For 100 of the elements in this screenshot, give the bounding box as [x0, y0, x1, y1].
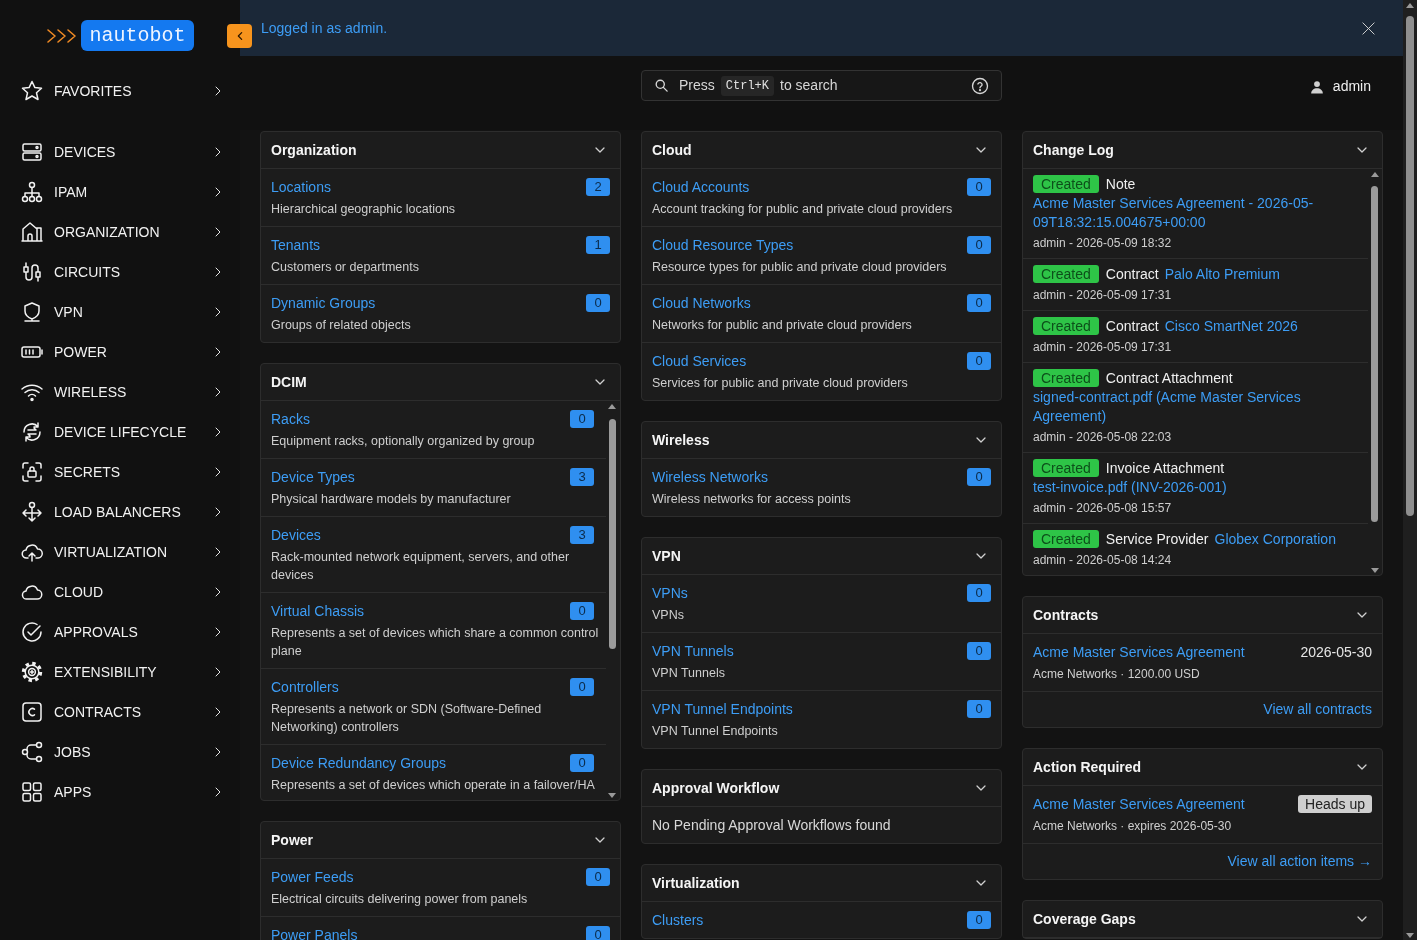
search-field[interactable]: Press Ctrl+K to search	[641, 70, 1002, 101]
status-badge: Created	[1033, 530, 1099, 548]
item-description: VPN Tunnels	[652, 665, 725, 682]
item-description: Resource types for public and private cloud providers	[652, 259, 947, 276]
count-badge: 0	[967, 584, 991, 602]
panel-title: Change Log	[1033, 140, 1114, 160]
nav-item[interactable]: FAVORITES	[0, 71, 240, 111]
item-link[interactable]: Locations	[271, 177, 331, 197]
item-description: Equipment racks, optionally organized by group	[271, 433, 535, 450]
panel-title: DCIM	[271, 372, 307, 392]
nav-item[interactable]: CLOUD	[0, 572, 240, 612]
user-icon	[1309, 79, 1324, 94]
panel-title: Coverage Gaps	[1033, 909, 1136, 929]
view-all-link[interactable]: View all action items →	[1227, 851, 1372, 872]
panel-title: Approval Workflow	[652, 778, 780, 798]
item-description: Physical hardware models by manufacturer	[271, 491, 511, 508]
count-badge: 3	[570, 526, 594, 544]
sidebar-toggle-button[interactable]	[227, 24, 252, 48]
object-link[interactable]: Globex Corporation	[1214, 530, 1336, 549]
nav-item[interactable]: POWER	[0, 332, 240, 372]
nav-item[interactable]: CONTRACTS	[0, 692, 240, 732]
count-badge: 0	[967, 642, 991, 660]
building-icon	[20, 220, 44, 244]
item-link[interactable]: Device Redundancy Groups	[271, 753, 447, 773]
view-all-link[interactable]: View all contracts	[1263, 699, 1372, 720]
logo-wordmark[interactable]: nautobot	[81, 20, 194, 51]
item-description: Rack-mounted network equipment, servers, and other devices	[271, 549, 571, 584]
item-description: Networks for public and private cloud providers	[652, 317, 912, 334]
item-link[interactable]: Cloud Networks	[652, 293, 751, 313]
nav-item[interactable]: VIRTUALIZATION	[0, 532, 240, 572]
object-link[interactable]: Palo Alto Premium	[1164, 265, 1280, 284]
item-link[interactable]: Cloud Resource Types	[652, 235, 794, 255]
scrollbar[interactable]	[1403, 0, 1417, 940]
object-type: Invoice Attachment	[1105, 459, 1225, 478]
count-badge: 0	[967, 178, 991, 196]
close-icon	[1361, 20, 1376, 36]
nav-item[interactable]: ORGANIZATION	[0, 212, 240, 252]
nav-item[interactable]: CIRCUITS	[0, 252, 240, 292]
item-link[interactable]: Cloud Accounts	[652, 177, 750, 197]
item-link[interactable]: Power Feeds	[271, 867, 354, 887]
close-button[interactable]	[1360, 19, 1377, 37]
alert-message: Logged in as admin.	[261, 18, 388, 38]
entry-meta: admin - 2026-05-09 17:31	[1033, 287, 1172, 304]
item-description: VPN Tunnel Endpoints	[652, 723, 778, 740]
entry-meta: admin - 2026-05-08 14:24	[1033, 552, 1172, 569]
count-badge: 0	[967, 911, 991, 929]
nav-item[interactable]: WIRELESS	[0, 372, 240, 412]
nav-item[interactable]: DEVICES	[0, 132, 240, 172]
count-badge: 0	[967, 236, 991, 254]
nav-item[interactable]: APPS	[0, 772, 240, 812]
item-meta: Acme Networks · expires 2026-05-30	[1033, 818, 1232, 835]
item-link[interactable]: Tenants	[271, 235, 321, 255]
count-badge: 1	[586, 236, 610, 254]
object-link[interactable]: Acme Master Services Agreement - 2026-05-09T18:32:15.004675+00:00	[1033, 194, 1358, 232]
object-link[interactable]: Cisco SmartNet 2026	[1164, 317, 1298, 336]
nav-item[interactable]: EXTENSIBILITY	[0, 652, 240, 692]
count-badge: 0	[570, 410, 594, 428]
item-link[interactable]: Dynamic Groups	[271, 293, 376, 313]
item-link[interactable]: Power Panels	[271, 925, 358, 940]
object-type: Contract Attachment	[1105, 369, 1233, 388]
nav-item[interactable]: IPAM	[0, 172, 240, 212]
count-badge: 0	[586, 868, 610, 886]
server-icon	[20, 140, 44, 164]
nav-item[interactable]: VPN	[0, 292, 240, 332]
nav-item[interactable]: JOBS	[0, 732, 240, 772]
item-link[interactable]: Acme Master Services Agreement	[1033, 642, 1245, 662]
object-type: Contract	[1105, 265, 1159, 284]
item-link[interactable]: Cloud Services	[652, 351, 747, 371]
item-link[interactable]: VPNs	[652, 583, 688, 603]
count-badge: 0	[586, 294, 610, 312]
item-link[interactable]: Virtual Chassis	[271, 601, 365, 621]
object-link[interactable]: test-invoice.pdf (INV-2026-001)	[1033, 478, 1227, 497]
panel-title: VPN	[652, 546, 681, 566]
user-menu[interactable]: admin	[1309, 76, 1371, 97]
nav-item[interactable]: DEVICE LIFECYCLE	[0, 412, 240, 452]
count-badge: 0	[967, 468, 991, 486]
nav-item[interactable]: SECRETS	[0, 452, 240, 492]
item-link[interactable]: Device Types	[271, 467, 355, 487]
status-badge: Created	[1033, 265, 1099, 283]
item-description: Electrical circuits delivering power from panels	[271, 891, 528, 908]
item-meta: Acme Networks · 1200.00 USD	[1033, 666, 1200, 683]
object-link[interactable]: signed-contract.pdf (Acme Master Services Agreement)	[1033, 388, 1358, 426]
item-link[interactable]: Clusters	[652, 910, 704, 930]
item-link[interactable]: VPN Tunnel Endpoints	[652, 699, 793, 719]
item-link[interactable]: VPN Tunnels	[652, 641, 734, 661]
item-link[interactable]: Racks	[271, 409, 310, 429]
gear-icon	[20, 660, 44, 684]
empty-message: No Pending Approval Workflows found	[651, 816, 892, 835]
nav-item[interactable]: APPROVALS	[0, 612, 240, 652]
nav-item[interactable]: LOAD BALANCERS	[0, 492, 240, 532]
item-link[interactable]: Devices	[271, 525, 321, 545]
status-badge: Created	[1033, 459, 1099, 477]
count-badge: 0	[967, 294, 991, 312]
item-description: Wireless networks for access points	[652, 491, 851, 508]
panel-title: Wireless	[652, 430, 710, 450]
star-icon	[20, 79, 44, 103]
item-link[interactable]: Controllers	[271, 677, 339, 697]
item-link[interactable]: Acme Master Services Agreement	[1033, 794, 1245, 814]
object-type: Note	[1105, 175, 1136, 194]
item-link[interactable]: Wireless Networks	[652, 467, 768, 487]
